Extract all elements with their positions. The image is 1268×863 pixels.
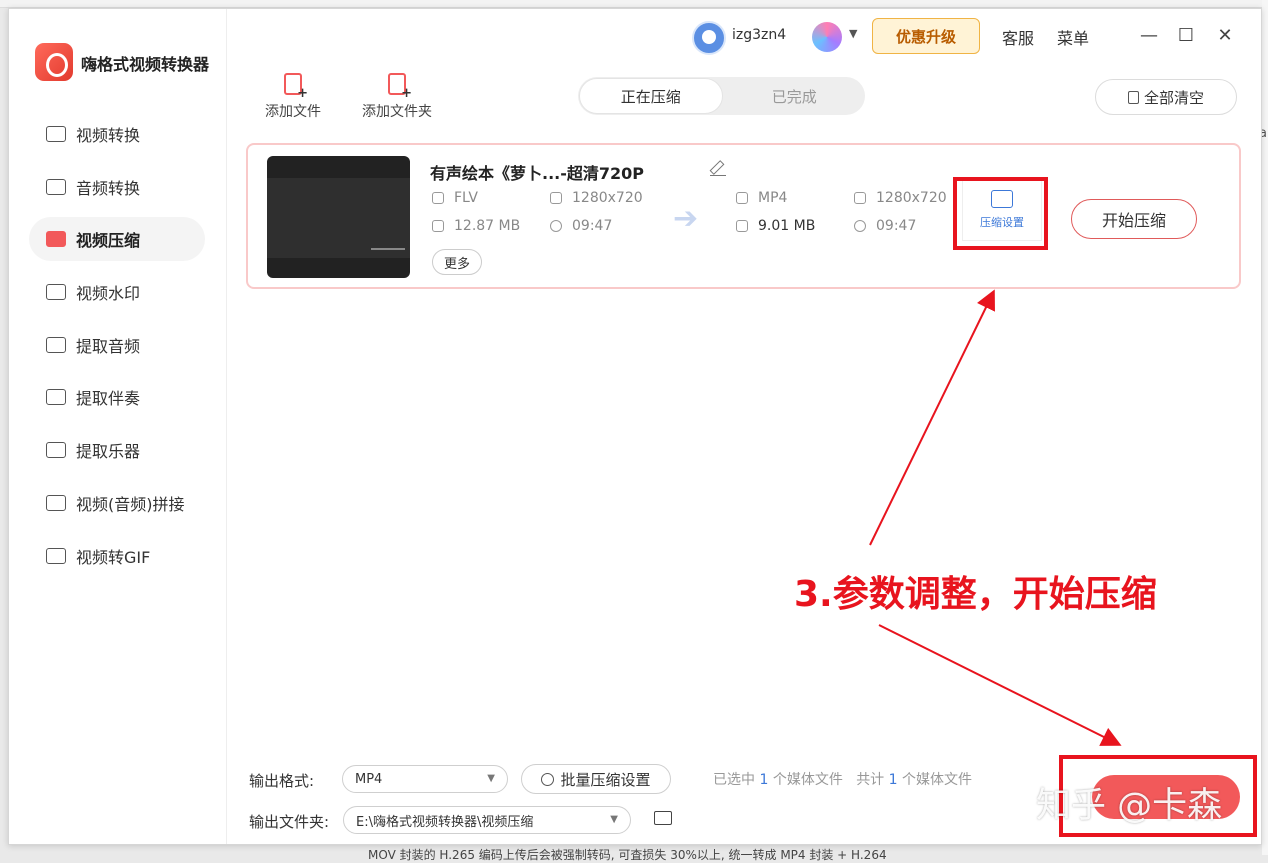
username[interactable]: izg3zn4	[732, 27, 786, 43]
file-name: 有声绘本《萝卜...-超清720P	[430, 164, 645, 183]
source-format: FLV	[432, 190, 478, 206]
clear-all-button[interactable]: 全部清空	[1095, 79, 1237, 115]
highlight-compress-settings	[953, 177, 1048, 250]
extract-audio-icon	[46, 336, 66, 353]
sidebar-item-label: 提取音频	[76, 336, 141, 356]
extract-accompaniment-icon	[46, 389, 66, 406]
sidebar: 嗨格式视频转换器 视频转换音频转换视频压缩视频水印提取音频提取伴奏提取乐器视频(…	[9, 9, 227, 844]
source-size: 12.87 MB	[432, 218, 520, 234]
output-format-select[interactable]: MP4 ▼	[342, 765, 508, 793]
sidebar-item-label: 提取伴奏	[76, 389, 141, 409]
sidebar-item-4[interactable]: 提取音频	[29, 323, 205, 367]
vip-badge-icon[interactable]	[812, 22, 842, 52]
output-size: 9.01 MB	[736, 218, 815, 234]
trash-icon	[1127, 90, 1139, 104]
sidebar-item-0[interactable]: 视频转换	[29, 112, 205, 156]
arrow-right-icon: ➔	[673, 201, 699, 236]
customer-service-link[interactable]: 客服	[1002, 25, 1034, 49]
watermark-icon	[46, 284, 66, 301]
source-resolution: 1280x720	[550, 190, 643, 206]
sidebar-item-8[interactable]: 视频转GIF	[29, 534, 205, 578]
watermark: 知乎 @卡森	[1036, 786, 1223, 826]
sidebar-item-3[interactable]: 视频水印	[29, 270, 205, 314]
merge-icon	[46, 494, 66, 511]
chevron-down-icon: ▼	[487, 773, 495, 784]
sidebar-item-label: 视频(音频)拼接	[76, 494, 185, 514]
user-avatar[interactable]	[692, 21, 726, 55]
add-folder-icon	[388, 73, 412, 101]
selection-stats: 已选中 1 个媒体文件 共计 1 个媒体文件	[713, 772, 973, 788]
task-card: 有声绘本《萝卜...-超清720P FLV 1280x720 12.87 MB …	[246, 143, 1241, 289]
open-folder-icon[interactable]	[654, 811, 672, 825]
more-button[interactable]: 更多	[432, 249, 482, 275]
output-duration: 09:47	[854, 218, 916, 234]
add-file-icon	[284, 73, 308, 101]
minimize-button[interactable]: —	[1135, 21, 1163, 49]
maximize-button[interactable]: ☐	[1172, 21, 1200, 49]
clock-icon	[550, 220, 562, 232]
sidebar-item-6[interactable]: 提取乐器	[29, 428, 205, 472]
resolution-icon	[550, 192, 562, 204]
batch-compress-settings-button[interactable]: 批量压缩设置	[521, 764, 671, 794]
add-folder-button[interactable]: 添加文件夹	[355, 73, 439, 121]
output-folder-label: 输出文件夹:	[249, 813, 330, 831]
output-format-label: 输出格式:	[249, 772, 315, 790]
add-file-label: 添加文件	[265, 104, 321, 120]
file-size-icon	[432, 220, 444, 232]
sidebar-item-5[interactable]: 提取伴奏	[29, 375, 205, 419]
resolution-icon	[854, 192, 866, 204]
sidebar-item-label: 视频水印	[76, 284, 141, 304]
sidebar-item-label: 视频转GIF	[76, 547, 151, 567]
output-resolution: 1280x720	[854, 190, 947, 206]
clear-all-label: 全部清空	[1143, 88, 1204, 107]
sidebar-item-7[interactable]: 视频(音频)拼接	[29, 481, 205, 525]
tab-compressing[interactable]: 正在压缩	[579, 78, 723, 114]
guitar-icon	[46, 442, 66, 459]
app-title: 嗨格式视频转换器	[81, 55, 210, 74]
video-thumbnail[interactable]	[267, 156, 410, 278]
gear-icon	[541, 772, 555, 786]
sidebar-item-label: 音频转换	[76, 178, 141, 198]
source-duration: 09:47	[550, 218, 612, 234]
chevron-down-icon: ▼	[610, 814, 618, 825]
file-size-icon	[736, 220, 748, 232]
app-logo-icon	[35, 43, 73, 81]
app-window: 嗨格式视频转换器 视频转换音频转换视频压缩视频水印提取音频提取伴奏提取乐器视频(…	[8, 8, 1262, 845]
format-icon	[432, 192, 444, 204]
menu-link[interactable]: 菜单	[1057, 25, 1089, 49]
sidebar-nav: 视频转换音频转换视频压缩视频水印提取音频提取伴奏提取乐器视频(音频)拼接 视频转G…	[29, 112, 205, 586]
video-compress-icon	[46, 231, 66, 248]
audio-convert-icon	[46, 178, 66, 195]
gif-icon	[46, 547, 66, 564]
sidebar-item-label: 提取乐器	[76, 442, 141, 462]
add-folder-label: 添加文件夹	[362, 104, 432, 120]
background-window-edge	[0, 0, 1268, 8]
annotation-text: 3.参数调整，开始压缩	[794, 574, 1157, 615]
start-compress-button[interactable]: 开始压缩	[1071, 199, 1197, 239]
sidebar-item-1[interactable]: 音频转换	[29, 165, 205, 209]
batch-settings-label: 批量压缩设置	[560, 770, 651, 789]
output-folder-select[interactable]: E:\嗨格式视频转换器\视频压缩 ▼	[343, 806, 631, 834]
sidebar-item-label: 视频压缩	[76, 231, 141, 251]
video-convert-icon	[46, 126, 66, 142]
upgrade-button[interactable]: 优惠升级	[872, 18, 980, 54]
output-format: MP4	[736, 190, 787, 206]
status-tabs: 正在压缩 已完成	[578, 77, 865, 115]
format-icon	[736, 192, 748, 204]
sidebar-item-label: 视频转换	[76, 126, 141, 145]
close-button[interactable]: ✕	[1211, 21, 1239, 49]
add-file-button[interactable]: 添加文件	[253, 73, 333, 121]
chevron-down-icon[interactable]: ▼	[849, 27, 857, 40]
tab-completed[interactable]: 已完成	[724, 77, 866, 115]
clock-icon	[854, 220, 866, 232]
edit-icon[interactable]	[710, 160, 726, 176]
sidebar-item-2[interactable]: 视频压缩	[29, 217, 205, 262]
